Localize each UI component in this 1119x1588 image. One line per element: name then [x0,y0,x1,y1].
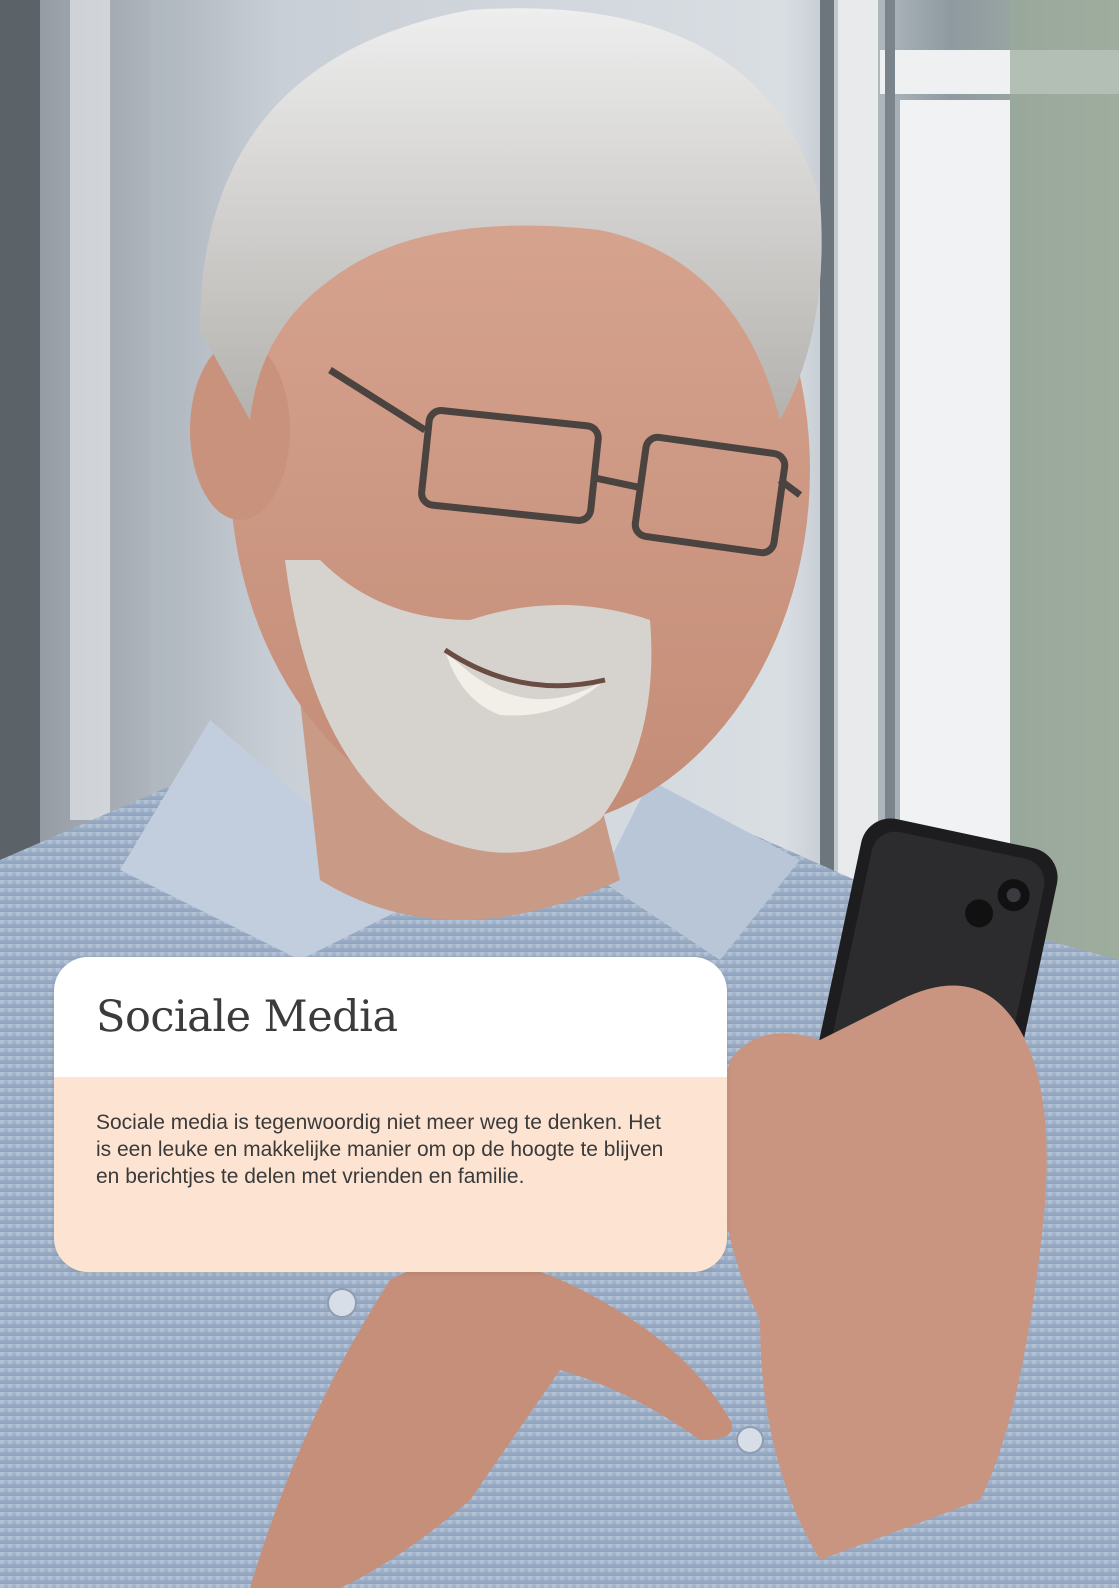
background-photo [0,0,1119,1588]
card-header: Sociale Media [54,957,727,1077]
card-body: Sociale media is tegenwoordig niet meer … [54,1077,727,1272]
card-title: Sociale Media [96,992,398,1042]
page: Sociale Media Sociale media is tegenwoor… [0,0,1119,1588]
info-card: Sociale Media Sociale media is tegenwoor… [54,957,727,1272]
card-description: Sociale media is tegenwoordig niet meer … [96,1111,664,1188]
